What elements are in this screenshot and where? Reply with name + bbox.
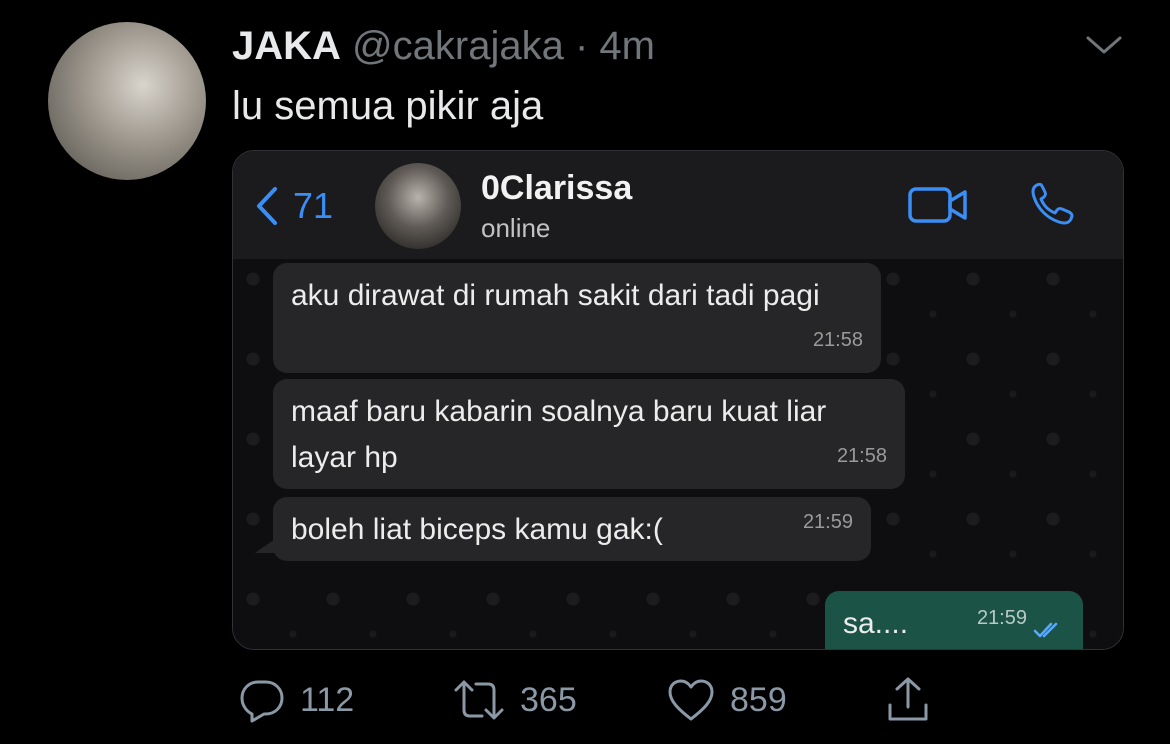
like-count: 859 — [730, 680, 787, 719]
heart-icon — [668, 679, 714, 721]
reply-count: 112 — [300, 680, 355, 719]
share-button[interactable] — [884, 670, 932, 730]
contact-status: online — [481, 213, 551, 243]
message-bubble[interactable]: boleh liat biceps kamu gak:( 21:59 — [273, 497, 871, 561]
retweet-count: 365 — [520, 680, 577, 719]
bubble-tail — [255, 539, 275, 553]
tweet-text: lu semua pikir aja — [232, 84, 544, 128]
separator-dot: · — [574, 24, 589, 68]
retweet-icon — [454, 680, 504, 720]
chat-header: 71 0Clarissa online — [233, 151, 1123, 260]
share-icon — [888, 677, 928, 721]
chevron-left-icon[interactable] — [251, 185, 281, 227]
message-time: 21:58 — [812, 329, 863, 351]
back-unread-count[interactable]: 71 — [293, 185, 333, 227]
reply-button[interactable]: 112 — [238, 670, 354, 730]
message-time: 21:59 — [976, 607, 1027, 629]
double-check-icon — [1033, 622, 1058, 638]
message-time: 21:58 — [836, 445, 887, 467]
attached-screenshot[interactable]: 71 0Clarissa online aku dirawat di rumah… — [232, 150, 1124, 650]
reply-icon — [240, 680, 284, 723]
like-button[interactable]: 859 — [666, 670, 787, 730]
message-bubble[interactable]: maaf baru kabarin soalnya baru kuat liar… — [273, 379, 905, 489]
author-avatar[interactable] — [48, 22, 206, 180]
tweet-actions: 112 365 859 — [0, 670, 1170, 730]
tweet-time[interactable]: 4m — [599, 24, 655, 68]
outgoing-message-bubble[interactable]: sa.... 21:59 — [825, 591, 1083, 649]
tweet-header: JAKA @cakrajaka · 4m — [232, 24, 655, 68]
message-text: maaf baru kabarin soalnya baru kuat liar… — [291, 395, 827, 474]
message-time: 21:59 — [802, 511, 853, 533]
author-handle[interactable]: @cakrajaka — [352, 24, 564, 68]
retweet-button[interactable]: 365 — [452, 670, 577, 730]
author-name[interactable]: JAKA — [232, 24, 341, 68]
contact-avatar[interactable] — [375, 163, 461, 249]
message-bubble[interactable]: aku dirawat di rumah sakit dari tadi pag… — [273, 263, 881, 373]
video-call-icon[interactable] — [907, 183, 969, 227]
message-text: sa.... — [843, 607, 909, 640]
chevron-down-icon[interactable] — [1084, 30, 1124, 60]
contact-name[interactable]: 0Clarissa — [481, 169, 632, 208]
phone-icon[interactable] — [1027, 179, 1077, 229]
message-text: boleh liat biceps kamu gak:( — [291, 513, 663, 546]
message-text: aku dirawat di rumah sakit dari tadi pag… — [291, 279, 820, 312]
